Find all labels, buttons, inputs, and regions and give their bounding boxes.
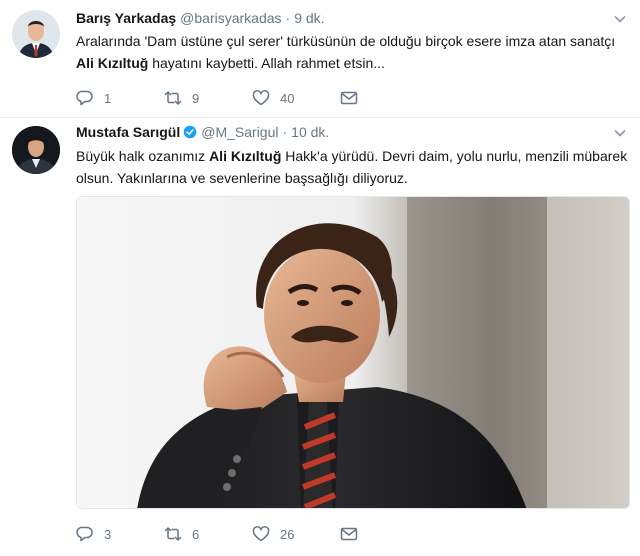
retweet-count: 9	[192, 90, 200, 106]
heart-icon	[252, 90, 270, 106]
direct-message-button[interactable]	[340, 524, 358, 544]
tweet-header: Mustafa Sarıgül @M_Sarigul · 10 dk.	[76, 124, 600, 140]
author-handle[interactable]: @M_Sarigul	[201, 124, 278, 140]
tweet-text-part: Büyük halk ozanımız	[76, 148, 210, 164]
author-handle[interactable]: @barisyarkadas	[180, 10, 281, 26]
avatar[interactable]	[12, 126, 60, 174]
retweet-icon	[164, 527, 182, 541]
tweet-timestamp[interactable]: 9 dk.	[294, 10, 324, 26]
avatar-image	[12, 126, 60, 174]
retweet-button[interactable]: 6	[164, 524, 199, 544]
like-count: 40	[280, 90, 295, 106]
like-button[interactable]: 26	[252, 524, 294, 544]
separator-dot: ·	[285, 10, 291, 26]
tweet[interactable]: Barış Yarkadaş @barisyarkadas · 9 dk. Arala…	[0, 0, 640, 118]
chevron-down-icon[interactable]	[614, 127, 626, 139]
envelope-icon	[340, 91, 358, 105]
tweet-text: Aralarında 'Dam üstüne çul serer' türküs…	[76, 30, 630, 74]
avatar-image	[12, 10, 60, 58]
reply-button[interactable]: 3	[76, 524, 111, 544]
tweet-photo[interactable]	[76, 196, 630, 509]
tweet-text-bold: Ali Kızıltuğ	[209, 148, 282, 164]
heart-icon	[252, 526, 270, 542]
chevron-down-icon[interactable]	[614, 13, 626, 25]
reply-button[interactable]: 1	[76, 88, 111, 108]
reply-count: 1	[104, 90, 112, 106]
separator-dot: ·	[282, 124, 288, 140]
reply-icon	[76, 90, 93, 106]
reply-count: 3	[104, 526, 112, 542]
retweet-button[interactable]: 9	[164, 88, 199, 108]
direct-message-button[interactable]	[340, 88, 358, 108]
author-name[interactable]: Barış Yarkadaş	[76, 10, 176, 26]
portrait-photo	[77, 197, 629, 508]
author-name[interactable]: Mustafa Sarıgül	[76, 124, 180, 140]
verified-badge-icon	[183, 125, 197, 139]
like-count: 26	[280, 526, 295, 542]
tweet[interactable]: Mustafa Sarıgül @M_Sarigul · 10 dk. Büyük h…	[0, 118, 640, 556]
tweet-text-bold: Ali Kızıltuğ	[76, 55, 149, 71]
tweet-header: Barış Yarkadaş @barisyarkadas · 9 dk.	[76, 10, 600, 26]
envelope-icon	[340, 527, 358, 541]
tweet-text-part: hayatını kaybetti. Allah rahmet etsin...	[148, 55, 385, 71]
tweet-timestamp[interactable]: 10 dk.	[291, 124, 329, 140]
tweet-actions: 1 9 40	[76, 88, 376, 108]
avatar[interactable]	[12, 10, 60, 58]
tweet-text: Büyük halk ozanımız Ali Kızıltuğ Hakk'a …	[76, 145, 630, 189]
reply-icon	[76, 526, 93, 542]
tweet-text-part: Aralarında 'Dam üstüne çul serer' türküs…	[76, 33, 616, 49]
like-button[interactable]: 40	[252, 88, 294, 108]
retweet-count: 6	[192, 526, 200, 542]
retweet-icon	[164, 91, 182, 105]
tweet-actions: 3 6 26	[76, 524, 376, 544]
